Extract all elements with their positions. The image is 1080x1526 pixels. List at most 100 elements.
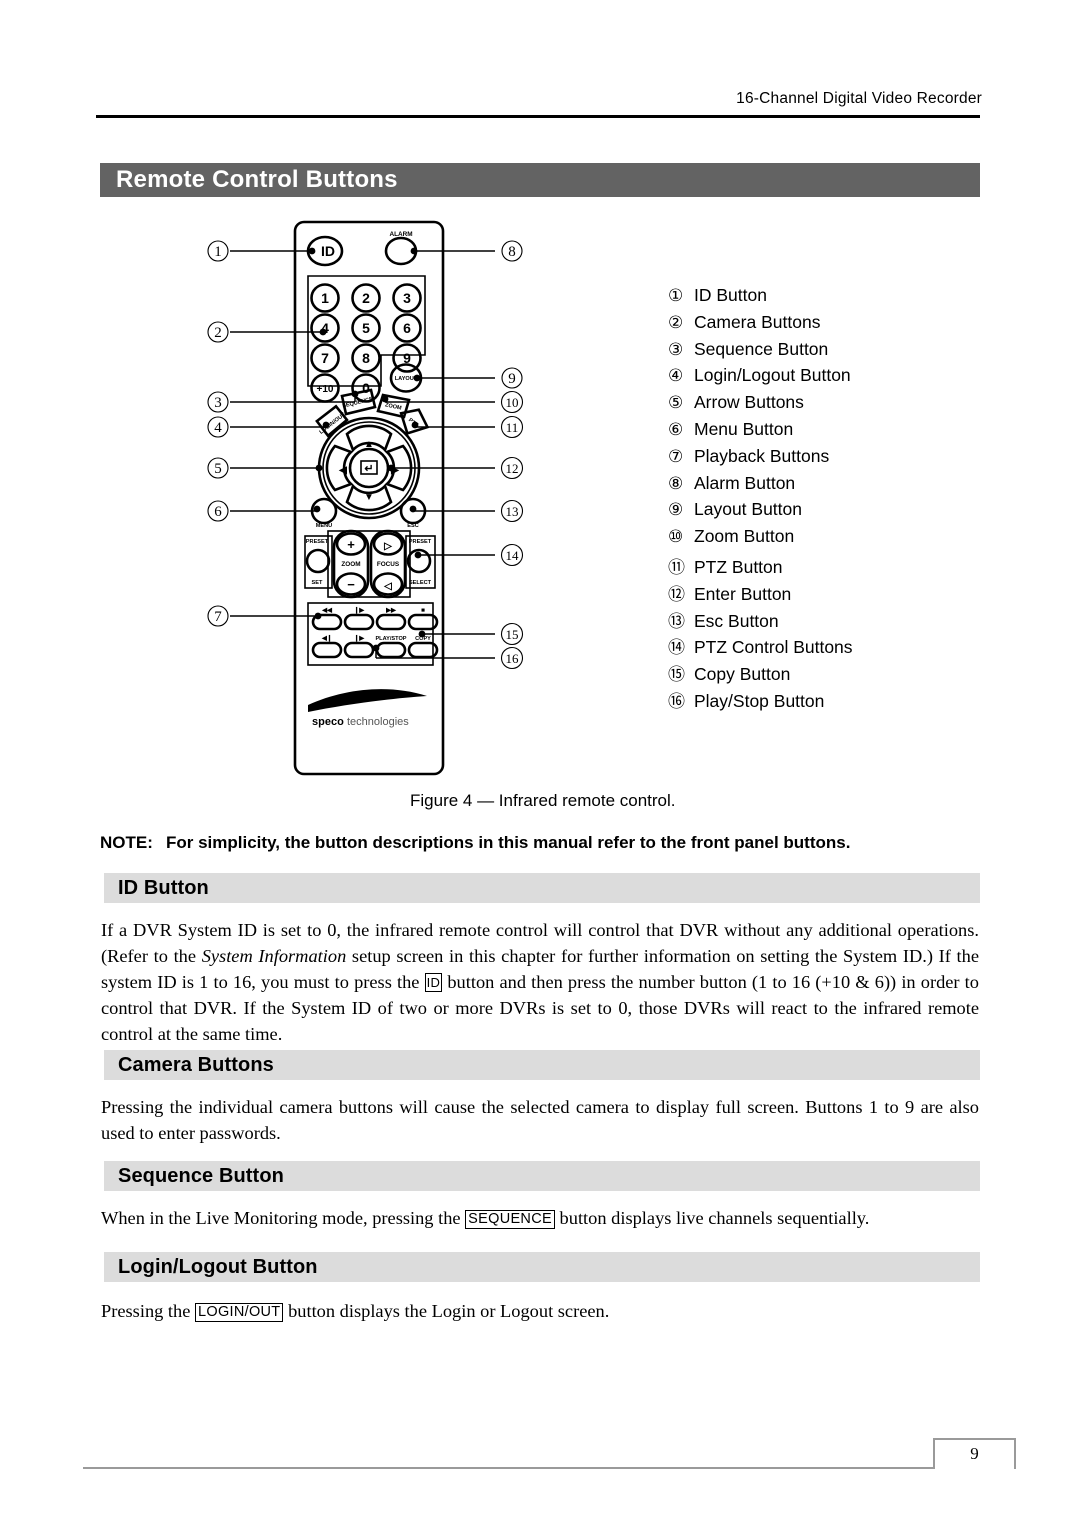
svg-text:+10: +10 <box>317 384 334 395</box>
paragraph-sequence-button: When in the Live Monitoring mode, pressi… <box>101 1205 979 1231</box>
legend-item: ② Camera Buttons <box>668 312 988 339</box>
heading-sequence-button: Sequence Button <box>104 1161 980 1191</box>
legend-item: ⑯ Play/Stop Button <box>668 687 988 714</box>
remote-esc-button: ESC <box>399 497 427 529</box>
svg-text:SET: SET <box>312 580 323 586</box>
paragraph-camera-buttons: Pressing the individual camera buttons w… <box>101 1094 979 1146</box>
svg-text:◀◀: ◀◀ <box>321 607 332 614</box>
svg-text:1: 1 <box>321 290 329 306</box>
legend-number: ⑦ <box>668 446 684 466</box>
svg-text:7: 7 <box>321 350 329 366</box>
legend-number: ① <box>668 286 684 305</box>
remote-ptz-control-block: + ZOOM − ▷ FOCUS ◁ PRESET SET PRESET SEL… <box>304 529 436 599</box>
svg-text:7: 7 <box>214 609 222 625</box>
svg-text:■: ■ <box>421 607 425 614</box>
running-header: 16-Channel Digital Video Recorder <box>736 90 982 107</box>
svg-text:▼: ▼ <box>364 492 374 503</box>
legend-label: Esc Button <box>694 610 779 631</box>
svg-text:LAYOUT: LAYOUT <box>395 376 418 382</box>
svg-text:12: 12 <box>506 461 519 476</box>
legend-number: ⑨ <box>668 500 684 520</box>
paragraph-text-part1: Pressing the individual camera buttons w… <box>101 1097 979 1144</box>
remote-layout-button: LAYOUT <box>389 363 423 393</box>
legend-item: ⑫ Enter Button <box>668 580 988 607</box>
section-title-banner: Remote Control Buttons <box>100 163 980 197</box>
heading-camera-buttons: Camera Buttons <box>104 1050 980 1080</box>
svg-text:10: 10 <box>506 395 519 410</box>
legend-label: PTZ Button <box>694 556 783 577</box>
speco-logo: speco technologies <box>308 689 427 728</box>
legend-label: PTZ Control Buttons <box>694 637 853 658</box>
callout-number-group-right: 8 9 10 11 12 13 14 15 16 <box>500 240 524 670</box>
legend-label: Copy Button <box>694 664 791 685</box>
page-number: 9 <box>970 1444 979 1463</box>
paragraph-text-part2: button displays the Login or Logout scre… <box>283 1301 610 1321</box>
note-text: For simplicity, the button descriptions … <box>166 833 851 852</box>
svg-text:3: 3 <box>403 290 411 306</box>
legend-number: ⑬ <box>668 611 685 631</box>
figure-caption: Figure 4 — Infrared remote control. <box>410 791 676 810</box>
keycap-login-out: LOGIN/OUT <box>195 1303 284 1322</box>
svg-text:PRESET: PRESET <box>306 539 329 545</box>
svg-text:▶▶: ▶▶ <box>385 607 396 614</box>
paragraph-text-part2: button displays live channels sequential… <box>554 1208 870 1228</box>
svg-text:MENU: MENU <box>316 523 332 529</box>
legend-item: ⑬ Esc Button <box>668 607 988 634</box>
svg-text:◀❙: ◀❙ <box>321 635 332 642</box>
svg-text:8: 8 <box>362 350 370 366</box>
svg-text:2: 2 <box>214 325 222 341</box>
legend-label: Play/Stop Button <box>694 690 825 711</box>
legend-label: ID Button <box>694 285 767 305</box>
legend-item: ⑤ Arrow Buttons <box>668 392 988 419</box>
header-rule <box>96 115 980 118</box>
paragraph-id-button: If a DVR System ID is set to 0, the infr… <box>101 917 979 1047</box>
svg-text:ESC: ESC <box>407 523 419 529</box>
legend-number: ⑭ <box>668 638 685 658</box>
svg-text:13: 13 <box>506 504 519 519</box>
remote-sequence-button: SEQUENCE <box>340 388 377 416</box>
legend-number: ⑩ <box>668 527 684 547</box>
svg-text:❙▶: ❙▶ <box>354 635 364 642</box>
legend-item: ⑩ Zoom Button <box>668 526 988 553</box>
remote-menu-button: MENU <box>310 497 338 529</box>
paragraph-text-part1: When in the Live Monitoring mode, pressi… <box>101 1208 466 1228</box>
legend-label: Alarm Button <box>694 472 796 493</box>
heading-login-logout-button: Login/Logout Button <box>104 1252 980 1282</box>
legend-number: ⑮ <box>668 665 685 685</box>
legend-label: Camera Buttons <box>694 311 821 332</box>
svg-text:PLAY/STOP: PLAY/STOP <box>375 636 406 642</box>
note-line: NOTE: For simplicity, the button descript… <box>100 833 850 853</box>
legend-item: ⑥ Menu Button <box>668 419 988 446</box>
svg-text:6: 6 <box>214 504 222 520</box>
legend-label: Sequence Button <box>694 338 829 359</box>
legend-number: ⑧ <box>668 473 684 493</box>
svg-text:technologies: technologies <box>347 716 409 728</box>
svg-text:+: + <box>347 537 355 552</box>
document-page: 16-Channel Digital Video Recorder Remote… <box>0 0 1080 1526</box>
svg-text:ID: ID <box>321 243 335 259</box>
legend-item: ⑧ Alarm Button <box>668 473 988 500</box>
paragraph-login-logout-button: Pressing the LOGIN/OUT button displays t… <box>101 1298 979 1324</box>
svg-text:9: 9 <box>508 371 516 387</box>
footer-rule <box>83 1467 935 1469</box>
legend-label: Playback Buttons <box>694 445 830 466</box>
legend-label: Login/Logout Button <box>694 365 851 386</box>
remote-play-stop-button: PLAY/STOP <box>375 636 407 659</box>
legend-number: ③ <box>668 339 684 359</box>
legend-item: ③ Sequence Button <box>668 339 988 366</box>
legend-label: Menu Button <box>694 418 794 439</box>
svg-text:6: 6 <box>403 320 411 336</box>
svg-text:14: 14 <box>506 548 520 563</box>
paragraph-italic: System Information <box>201 946 347 967</box>
legend-number: ⑪ <box>668 557 685 577</box>
legend-item: ⑪ PTZ Button <box>668 553 988 580</box>
svg-text:4: 4 <box>214 420 222 436</box>
svg-text:−: − <box>347 577 355 592</box>
legend-item: ④ Login/Logout Button <box>668 365 988 392</box>
svg-text:◁: ◁ <box>383 581 392 592</box>
svg-text:2: 2 <box>362 290 370 306</box>
legend-label: Layout Button <box>694 499 802 520</box>
svg-text:8: 8 <box>508 244 516 260</box>
legend-label: Enter Button <box>694 583 792 604</box>
heading-id-button: ID Button <box>104 873 980 903</box>
